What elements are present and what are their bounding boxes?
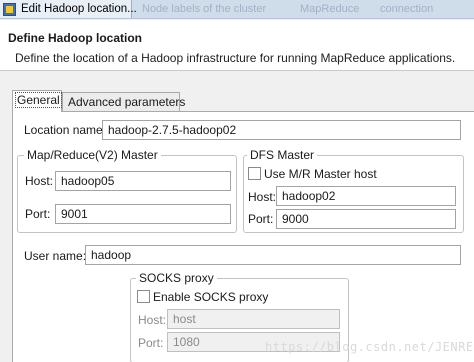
location-name-field[interactable]: hadoop-2.7.5-hadoop02 [102, 120, 461, 140]
window-titlebar: Edit Hadoop location... Node labels of t… [0, 0, 474, 19]
wizard-header: Define Hadoop location Define the locati… [0, 20, 474, 71]
mr-master-legend: Map/Reduce(V2) Master [24, 149, 161, 162]
use-mr-host-label: Use M/R Master host [264, 167, 377, 181]
socks-port-label: Port: [138, 336, 164, 350]
enable-socks-checkbox[interactable] [137, 290, 150, 303]
user-name-field[interactable]: hadoop [85, 245, 461, 265]
dfs-master-legend: DFS Master [247, 149, 318, 162]
socks-host-label: Host: [138, 313, 167, 327]
tab-general[interactable]: General [12, 90, 62, 112]
enable-socks-label: Enable SOCKS proxy [153, 290, 269, 304]
window-title: Edit Hadoop location... [21, 3, 137, 15]
background-tab-label: connection [380, 3, 434, 15]
tab-advanced-label: Advanced parameters [68, 95, 186, 109]
tab-general-label: General [15, 92, 62, 108]
mr-port-label: Port: [25, 207, 51, 221]
user-name-label: User name: [24, 249, 87, 263]
mr-port-field[interactable]: 9001 [55, 204, 231, 224]
tab-advanced-parameters[interactable]: Advanced parameters [62, 92, 185, 112]
mr-host-field[interactable]: hadoop05 [55, 171, 231, 191]
location-name-label: Location name: [24, 123, 107, 137]
general-tab-panel: Location name: hadoop-2.7.5-hadoop02 Map… [12, 111, 474, 362]
hadoop-app-icon [3, 3, 16, 16]
use-mr-host-checkbox[interactable] [248, 167, 261, 180]
page-title: Define Hadoop location [8, 31, 143, 45]
page-description: Define the location of a Hadoop infrastr… [15, 51, 456, 65]
dfs-host-field[interactable]: hadoop02 [276, 186, 456, 206]
background-tab-label: MapReduce [300, 3, 360, 15]
socks-proxy-legend: SOCKS proxy [136, 272, 217, 285]
dfs-port-label: Port: [248, 212, 274, 226]
dfs-port-field[interactable]: 9000 [276, 209, 456, 229]
socks-host-field[interactable]: host [167, 309, 340, 329]
background-tab-label: Node labels of the cluster [142, 3, 267, 15]
window-tab[interactable]: Edit Hadoop location... [0, 0, 137, 18]
dfs-host-label: Host: [248, 190, 277, 204]
watermark: https://blog.csdn.net/JENREY [265, 340, 474, 354]
mr-host-label: Host: [25, 174, 54, 188]
